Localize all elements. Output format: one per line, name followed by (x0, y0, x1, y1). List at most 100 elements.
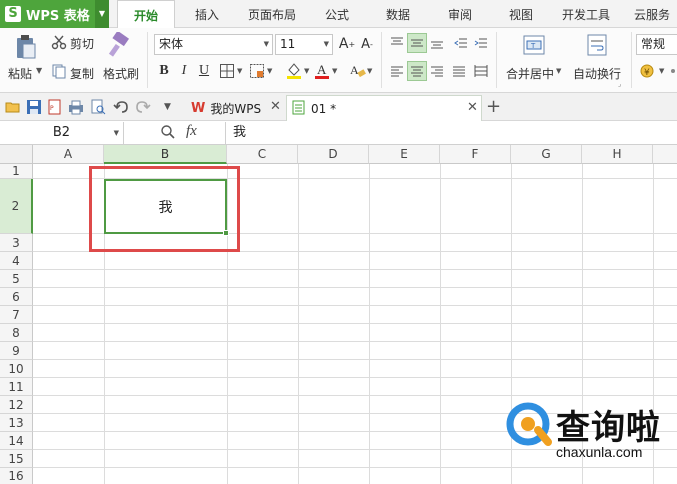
insert-function-button[interactable]: fx (186, 123, 197, 140)
underline-icon[interactable]: U (196, 62, 212, 80)
row-header-8[interactable]: 8 (0, 324, 33, 342)
row-header-4[interactable]: 4 (0, 252, 33, 270)
formula-input[interactable]: 我 (225, 122, 677, 144)
column-header-partial[interactable] (653, 145, 677, 164)
tab-insert[interactable]: 插入 (183, 0, 231, 28)
row-header-14[interactable]: 14 (0, 432, 33, 450)
zoom-search-icon[interactable] (160, 124, 176, 143)
clear-format-icon[interactable]: A (348, 61, 366, 79)
align-middle-icon[interactable] (407, 33, 427, 53)
borders-chevron-down-icon[interactable]: ▼ (237, 67, 242, 75)
customize-toolbar-chevron-down-icon[interactable]: ▼ (164, 102, 180, 118)
tab-developer[interactable]: 开发工具 (556, 0, 616, 28)
wrap-text-button[interactable]: 自动换行 (573, 65, 621, 82)
row-header-16[interactable]: 16 (0, 468, 33, 484)
column-header-h[interactable]: H (582, 145, 653, 164)
increase-font-size-icon[interactable]: A + (338, 35, 356, 53)
redo-icon[interactable] (135, 99, 151, 115)
align-center-icon[interactable] (407, 61, 427, 81)
cut-button[interactable]: 剪切 (70, 35, 94, 52)
decrease-font-size-icon[interactable]: A- (358, 35, 376, 53)
currency-format-chevron-down-icon[interactable]: ▼ (659, 67, 664, 75)
export-pdf-icon[interactable]: P (47, 99, 63, 115)
distributed-align-icon[interactable] (471, 61, 491, 81)
font-color-icon[interactable]: A (313, 61, 331, 79)
row-header-10[interactable]: 10 (0, 360, 33, 378)
chevron-down-icon[interactable]: ▼ (114, 122, 119, 144)
tab-view[interactable]: 视图 (497, 0, 545, 28)
app-menu-button[interactable]: S WPS 表格 ▼ (0, 0, 109, 28)
doc-tab-01[interactable]: 01 * ✕ (286, 95, 482, 121)
copy-button[interactable]: 复制 (70, 65, 94, 82)
tab-formulas[interactable]: 公式 (313, 0, 361, 28)
grid-line (33, 341, 677, 342)
row-header-15[interactable]: 15 (0, 450, 33, 468)
undo-icon[interactable] (113, 99, 129, 115)
app-menu-chevron-down-icon[interactable]: ▼ (95, 0, 109, 28)
column-header-d[interactable]: D (298, 145, 369, 164)
decrease-indent-icon[interactable] (451, 33, 471, 53)
merge-center-button[interactable]: 合并居中 (506, 65, 554, 82)
close-icon[interactable]: ✕ (467, 100, 478, 115)
select-all-corner[interactable] (0, 145, 33, 164)
tab-cloud-service[interactable]: 云服务 (627, 0, 677, 28)
save-icon[interactable] (26, 99, 42, 115)
borders-icon[interactable] (219, 63, 235, 79)
new-tab-plus-icon[interactable]: + (486, 96, 501, 117)
font-size-select[interactable]: 11 ▼ (275, 34, 333, 55)
fill-color-chevron-down-icon[interactable]: ▼ (304, 67, 309, 75)
open-folder-icon[interactable] (5, 99, 21, 115)
format-painter-icon[interactable] (108, 32, 132, 58)
paste-icon[interactable] (13, 34, 39, 60)
row-header-6[interactable]: 6 (0, 288, 33, 306)
bold-icon[interactable]: B (156, 62, 172, 80)
merge-center-chevron-down-icon[interactable]: ▼ (556, 67, 561, 75)
tab-start[interactable]: 开始 (117, 0, 175, 29)
tab-review[interactable]: 审阅 (436, 0, 484, 28)
justify-icon[interactable] (449, 61, 469, 81)
row-header-5[interactable]: 5 (0, 270, 33, 288)
column-header-e[interactable]: E (369, 145, 440, 164)
align-bottom-icon[interactable] (427, 33, 447, 53)
column-header-f[interactable]: F (440, 145, 511, 164)
row-header-7[interactable]: 7 (0, 306, 33, 324)
clear-format-chevron-down-icon[interactable]: ▼ (367, 67, 372, 75)
print-icon[interactable] (68, 99, 84, 115)
column-header-a[interactable]: A (33, 145, 104, 164)
row-header-1[interactable]: 1 (0, 164, 33, 179)
column-header-g[interactable]: G (511, 145, 582, 164)
italic-icon[interactable]: I (176, 62, 192, 80)
merge-center-icon[interactable]: T (522, 33, 546, 57)
row-header-12[interactable]: 12 (0, 396, 33, 414)
align-top-icon[interactable] (387, 33, 407, 53)
tab-page-layout[interactable]: 页面布局 (240, 0, 304, 28)
fill-pattern-icon[interactable] (249, 63, 265, 79)
row-header-2[interactable]: 2 (0, 179, 33, 234)
wrap-text-icon[interactable] (585, 33, 609, 57)
tab-data[interactable]: 数据 (374, 0, 422, 28)
fill-pattern-chevron-down-icon[interactable]: ▼ (267, 67, 272, 75)
currency-format-icon[interactable]: ¥ (639, 62, 657, 80)
font-name-select[interactable]: 宋体 ▼ (154, 34, 273, 55)
paste-button[interactable]: 粘贴 (8, 65, 32, 82)
row-header-3[interactable]: 3 (0, 234, 33, 252)
number-format-select[interactable]: 常规 (636, 34, 677, 55)
fill-color-icon[interactable] (285, 61, 303, 79)
row-header-13[interactable]: 13 (0, 414, 33, 432)
increase-indent-icon[interactable] (471, 33, 491, 53)
font-color-chevron-down-icon[interactable]: ▼ (332, 67, 337, 75)
percent-format-icon[interactable] (670, 62, 677, 80)
align-right-icon[interactable] (427, 61, 447, 81)
name-box[interactable]: B2 ▼ (0, 122, 124, 144)
print-preview-icon[interactable] (90, 99, 106, 115)
close-icon[interactable]: ✕ (270, 99, 281, 114)
column-header-b[interactable]: B (104, 145, 227, 164)
format-painter-button[interactable]: 格式刷 (103, 65, 139, 82)
row-header-11[interactable]: 11 (0, 378, 33, 396)
alignment-dialog-launcher-icon[interactable]: ⌟ (618, 80, 621, 88)
column-header-c[interactable]: C (227, 145, 298, 164)
align-left-icon[interactable] (387, 61, 407, 81)
doc-tab-my-wps[interactable]: W 我的WPS ✕ (183, 95, 285, 121)
row-header-9[interactable]: 9 (0, 342, 33, 360)
paste-chevron-down-icon[interactable]: ▼ (36, 66, 42, 75)
